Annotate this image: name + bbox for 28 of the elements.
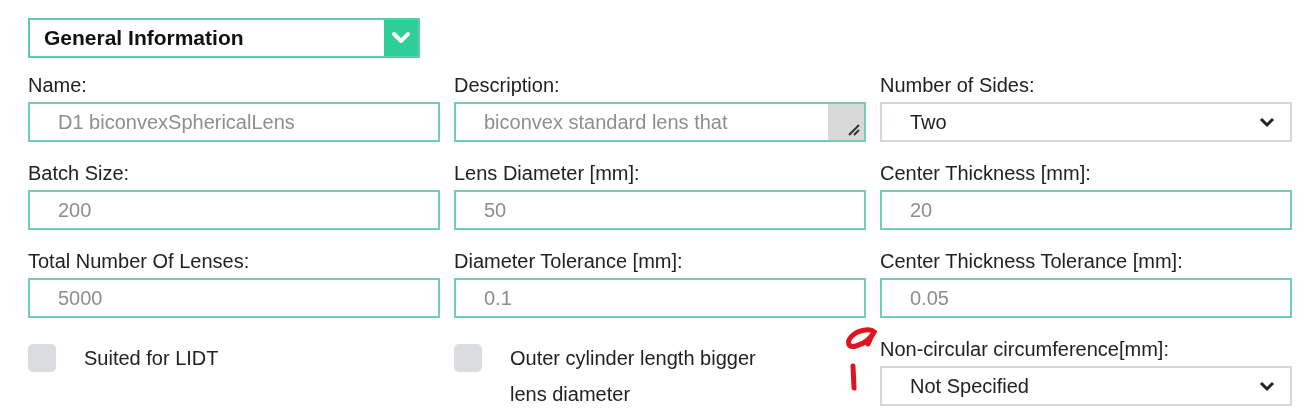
text-field[interactable]: 0.1 [454, 278, 866, 318]
chevron-icon [1258, 380, 1276, 392]
select-field[interactable]: Two [880, 102, 1292, 142]
checkbox[interactable] [454, 344, 482, 372]
field-label: Batch Size: [28, 162, 130, 184]
text-field[interactable]: 200 [28, 190, 440, 230]
field-label: Non-circular circumference[mm]: [880, 338, 1169, 360]
checkbox-label: Suited for LIDT [84, 346, 220, 371]
text-field[interactable]: 0.05 [880, 278, 1292, 318]
text-field[interactable]: 50 [454, 190, 866, 230]
field-label: Total Number Of Lenses: [28, 250, 250, 272]
section-dropdown[interactable]: General Information [28, 18, 420, 58]
field-label: Center Thickness Tolerance [mm]: [880, 250, 1183, 272]
field-label: Center Thickness [mm]: [880, 162, 1091, 184]
field-label: Name: [28, 74, 87, 96]
select-field[interactable]: Not Specified [880, 366, 1292, 406]
text-field[interactable]: 20 [880, 190, 1292, 230]
text-field[interactable]: D1 biconvexSphericalLens [28, 102, 440, 142]
text-field[interactable]: 5000 [28, 278, 440, 318]
resize-handle-icon[interactable] [828, 104, 864, 140]
checkbox[interactable] [28, 344, 56, 372]
checkbox-label: Outer cylinder length bigger lens diameter [510, 346, 757, 407]
field-label: Lens Diameter [mm]: [454, 162, 640, 184]
textarea-field[interactable]: biconvex standard lens that [454, 102, 866, 142]
chevron-icon [1258, 116, 1276, 128]
field-label: Description: [454, 74, 560, 96]
field-label: Number of Sides: [880, 74, 1035, 96]
field-label: Diameter Tolerance [mm]: [454, 250, 683, 272]
